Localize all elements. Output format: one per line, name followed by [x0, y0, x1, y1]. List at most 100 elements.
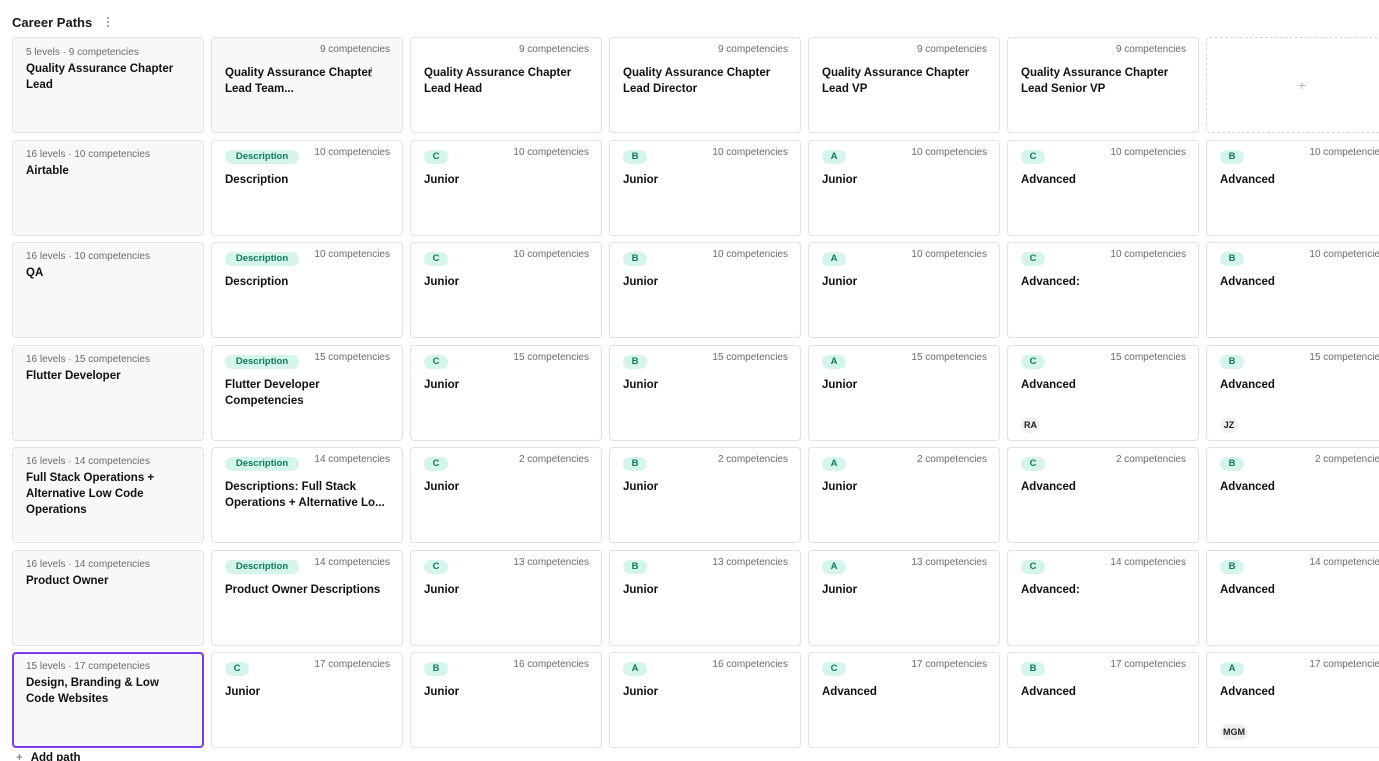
- level-meta: 15 competencies: [314, 352, 390, 363]
- level-card[interactable]: C 10 competencies Advanced: [1007, 140, 1199, 236]
- level-card[interactable]: Description 14 competencies Descriptions: …: [211, 447, 403, 543]
- level-card[interactable]: A 10 competencies Junior: [808, 242, 1000, 338]
- level-name: Advanced: [1220, 379, 1275, 391]
- level-name: Junior: [822, 584, 858, 596]
- level-card[interactable]: B 10 competencies Advanced: [1206, 140, 1379, 236]
- level-card[interactable]: C 10 competencies Junior: [410, 242, 602, 338]
- level-card[interactable]: Description 14 competencies Product Owner …: [211, 550, 403, 646]
- level-card[interactable]: A 17 competencies Advanced MGM: [1206, 652, 1379, 748]
- path-card[interactable]: 15 levels · 17 competencies Design, Brand…: [12, 652, 204, 748]
- path-meta: 16 levels · 10 competencies: [26, 149, 150, 160]
- level-card[interactable]: B 15 competencies Advanced JZ: [1206, 345, 1379, 441]
- level-name: Advanced: [1021, 379, 1076, 391]
- add-path-button[interactable]: + Add path: [16, 752, 81, 761]
- level-meta: 10 competencies: [314, 249, 390, 260]
- level-badge: A: [822, 150, 846, 164]
- level-card[interactable]: C 10 competencies Advanced:: [1007, 242, 1199, 338]
- level-meta: 15 competencies: [712, 352, 788, 363]
- level-badge: Description: [225, 355, 299, 369]
- level-meta: 10 competencies: [1110, 249, 1186, 260]
- level-meta: 2 competencies: [1314, 454, 1379, 465]
- level-badge: B: [623, 150, 647, 164]
- assignee-avatar[interactable]: JZ: [1220, 417, 1238, 433]
- level-card[interactable]: B 14 competencies Advanced: [1206, 550, 1379, 646]
- level-meta: 10 competencies: [513, 249, 589, 260]
- level-badge: B: [1220, 560, 1244, 574]
- add-path-label: Add path: [30, 752, 81, 761]
- level-meta: 14 competencies: [1309, 557, 1379, 568]
- more-options-icon[interactable]: [102, 14, 114, 30]
- level-card[interactable]: C 14 competencies Advanced:: [1007, 550, 1199, 646]
- level-card[interactable]: C 15 competencies Junior: [410, 345, 602, 441]
- level-card[interactable]: Description 10 competencies Description: [211, 140, 403, 236]
- level-card[interactable]: 9 competencies Quality Assurance Chapter…: [211, 37, 403, 133]
- level-card[interactable]: A 15 competencies Junior: [808, 345, 1000, 441]
- level-card[interactable]: C 2 competencies Advanced: [1007, 447, 1199, 543]
- path-card[interactable]: 16 levels · 10 competencies QA: [12, 242, 204, 338]
- level-name: Junior: [623, 481, 659, 493]
- level-card[interactable]: C 17 competencies Advanced: [808, 652, 1000, 748]
- level-meta: 10 competencies: [911, 147, 987, 158]
- level-name: Advanced: [1021, 174, 1076, 186]
- level-card[interactable]: B 2 competencies Junior: [609, 447, 801, 543]
- level-card[interactable]: B 2 competencies Advanced: [1206, 447, 1379, 543]
- path-card[interactable]: 16 levels · 10 competencies Airtable: [12, 140, 204, 236]
- level-name: Junior: [424, 379, 460, 391]
- assignee-avatar[interactable]: MGM: [1220, 724, 1248, 740]
- level-name: Description: [225, 276, 289, 288]
- path-card[interactable]: 16 levels · 15 competencies Flutter Devel…: [12, 345, 204, 441]
- path-card[interactable]: 5 levels · 9 competencies Quality Assura…: [12, 37, 204, 133]
- level-name: Quality Assurance Chapter Lead Head: [424, 67, 572, 95]
- level-card[interactable]: A 16 competencies Junior: [609, 652, 801, 748]
- level-card[interactable]: B 16 competencies Junior: [410, 652, 602, 748]
- level-card[interactable]: 9 competencies Quality Assurance Chapter…: [808, 37, 1000, 133]
- level-card[interactable]: Description 15 competencies Flutter Develo…: [211, 345, 403, 441]
- level-name: Junior: [623, 379, 659, 391]
- level-badge: A: [1220, 662, 1244, 676]
- level-card[interactable]: B 10 competencies Junior: [609, 140, 801, 236]
- level-meta: 15 competencies: [1110, 352, 1186, 363]
- level-card[interactable]: A 2 competencies Junior: [808, 447, 1000, 543]
- level-card[interactable]: C 17 competencies Junior: [211, 652, 403, 748]
- level-card[interactable]: B 17 competencies Advanced: [1007, 652, 1199, 748]
- level-badge: C: [822, 662, 846, 676]
- level-meta: 2 competencies: [1115, 454, 1186, 465]
- path-row: 16 levels · 10 competencies QA Description…: [12, 242, 1379, 338]
- level-badge: A: [822, 252, 846, 266]
- path-card[interactable]: 16 levels · 14 competencies Full Stack Op…: [12, 447, 204, 543]
- level-card[interactable]: Description 10 competencies Description: [211, 242, 403, 338]
- add-level-button[interactable]: +: [1206, 37, 1379, 133]
- path-row-header: 5 levels · 9 competencies Quality Assura…: [12, 37, 1379, 133]
- level-badge: A: [822, 560, 846, 574]
- level-name: Junior: [623, 276, 659, 288]
- level-card[interactable]: C 13 competencies Junior: [410, 550, 602, 646]
- level-card[interactable]: B 15 competencies Junior: [609, 345, 801, 441]
- level-badge: B: [623, 355, 647, 369]
- level-badge: B: [623, 252, 647, 266]
- level-card[interactable]: 9 competencies Quality Assurance Chapter…: [609, 37, 801, 133]
- level-card[interactable]: A 13 competencies Junior: [808, 550, 1000, 646]
- plus-icon: +: [16, 752, 23, 761]
- level-card[interactable]: B 10 competencies Advanced: [1206, 242, 1379, 338]
- level-name: Junior: [424, 276, 460, 288]
- path-card[interactable]: 16 levels · 14 competencies Product Owner: [12, 550, 204, 646]
- level-card[interactable]: A 10 competencies Junior: [808, 140, 1000, 236]
- level-badge: C: [424, 150, 448, 164]
- level-card[interactable]: 9 competencies Quality Assurance Chapter…: [1007, 37, 1199, 133]
- level-card[interactable]: 9 competencies Quality Assurance Chapter…: [410, 37, 602, 133]
- level-badge: C: [424, 560, 448, 574]
- level-options-icon[interactable]: [368, 66, 374, 78]
- level-card[interactable]: B 13 competencies Junior: [609, 550, 801, 646]
- level-meta: 2 competencies: [717, 454, 788, 465]
- level-card[interactable]: C 2 competencies Junior: [410, 447, 602, 543]
- assignee-avatar[interactable]: RA: [1021, 417, 1040, 433]
- level-card[interactable]: C 10 competencies Junior: [410, 140, 602, 236]
- level-card[interactable]: B 10 competencies Junior: [609, 242, 801, 338]
- level-badge: C: [1021, 252, 1045, 266]
- level-card[interactable]: C 15 competencies Advanced RA: [1007, 345, 1199, 441]
- path-name: Design, Branding & Low Code Websites: [26, 677, 159, 705]
- level-meta: 15 competencies: [513, 352, 589, 363]
- level-meta: 10 competencies: [911, 249, 987, 260]
- level-name: Advanced: [1220, 584, 1275, 596]
- level-badge: C: [424, 252, 448, 266]
